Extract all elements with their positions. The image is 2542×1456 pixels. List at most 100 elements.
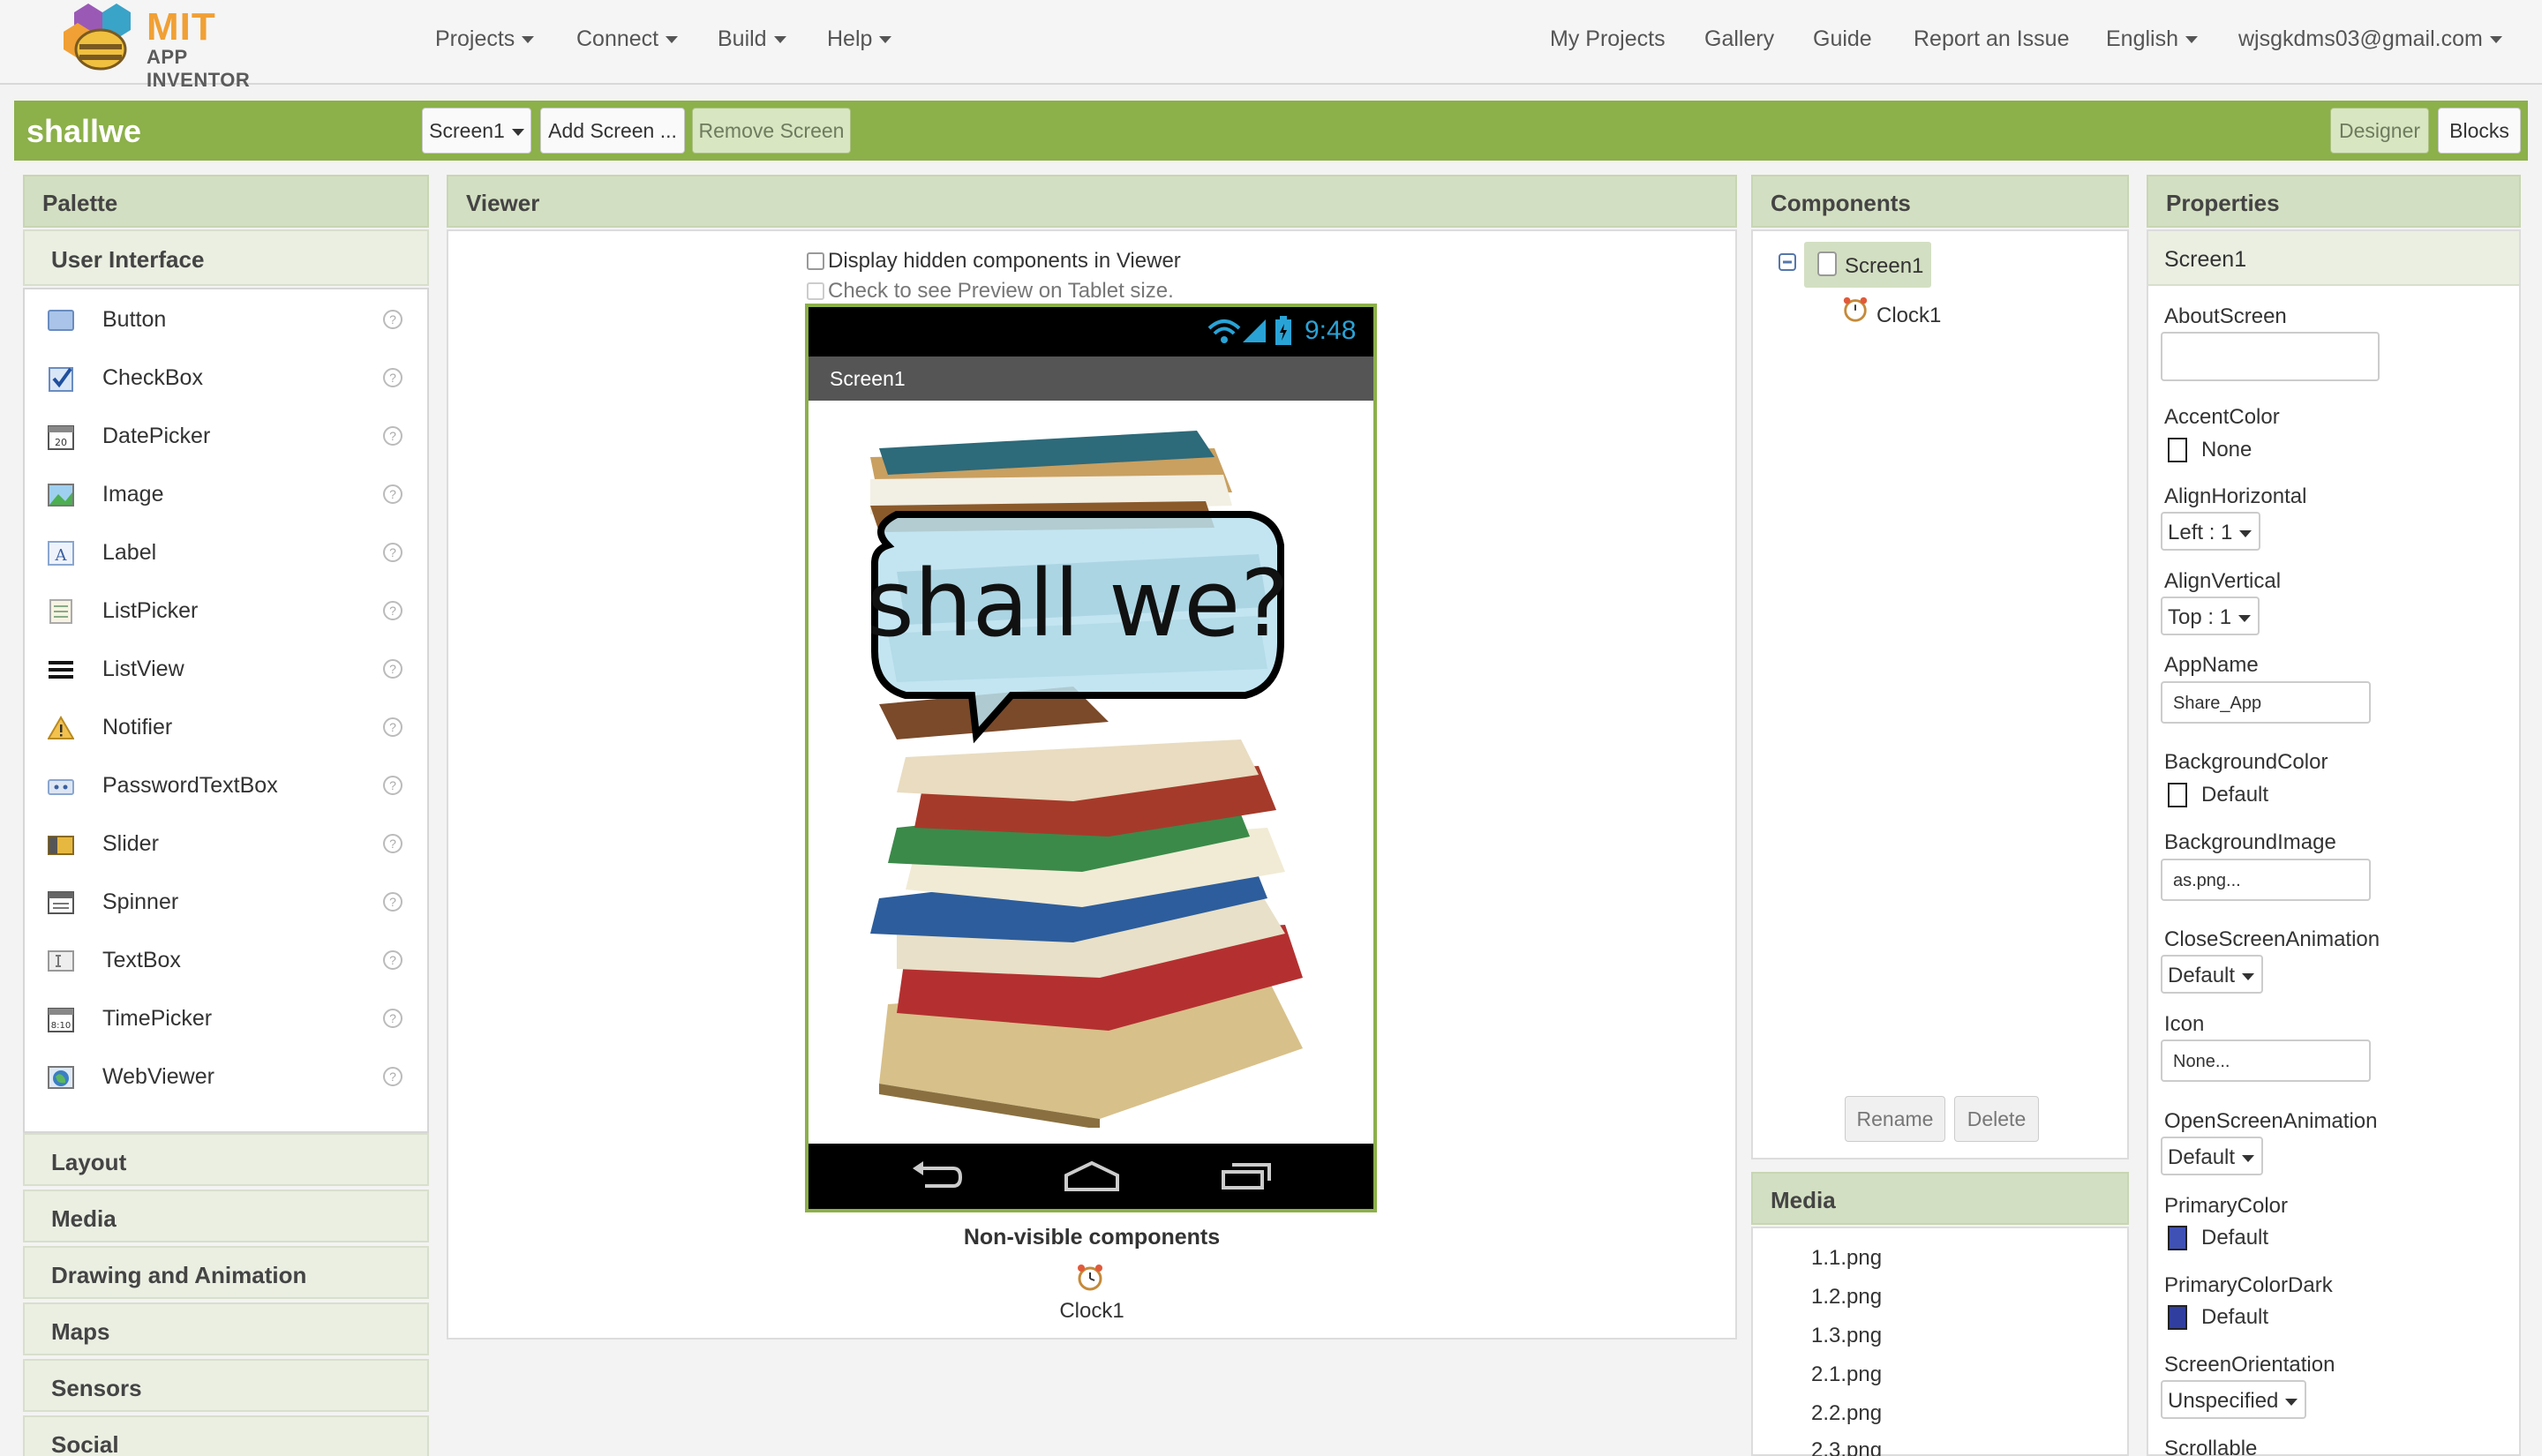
rename-button[interactable]: Rename	[1845, 1096, 1945, 1142]
designer-button[interactable]: Designer	[2330, 108, 2429, 154]
speech-bubble-text: shall we?	[867, 550, 1290, 657]
nav-account-label: wjsgkdms03@gmail.com	[2238, 26, 2483, 51]
help-icon[interactable]: ?	[383, 776, 402, 795]
media-file-item[interactable]: 2.1.png	[1811, 1362, 1882, 1387]
clock-icon[interactable]	[1075, 1262, 1105, 1292]
media-file-item[interactable]: 1.1.png	[1811, 1246, 1882, 1271]
palette-item-textbox[interactable]: TextBox ?	[25, 930, 427, 988]
prop-accent-color-value[interactable]: None	[2201, 438, 2252, 462]
palette-item-webviewer[interactable]: WebViewer ?	[25, 1047, 427, 1105]
media-panel: 1.1.png 1.2.png 1.3.png 2.1.png 2.2.png …	[1751, 1227, 2129, 1456]
palette-category-sensors[interactable]: Sensors	[23, 1359, 429, 1412]
prop-primary-color-dark-value[interactable]: Default	[2201, 1305, 2268, 1330]
palette-item-datepicker[interactable]: 20 DatePicker ?	[25, 406, 427, 464]
palette-category-social[interactable]: Social	[23, 1415, 429, 1456]
prop-background-image-input[interactable]: as.png...	[2161, 859, 2371, 901]
components-header: Components	[1751, 175, 2129, 228]
prop-close-animation-select[interactable]: Default	[2161, 955, 2264, 994]
prop-background-color-value[interactable]: Default	[2201, 783, 2268, 807]
palette-item-listpicker[interactable]: ListPicker ?	[25, 581, 427, 639]
media-file-item[interactable]: 2.2.png	[1811, 1401, 1882, 1426]
spinner-icon	[48, 891, 74, 914]
palette-item-slider[interactable]: Slider ?	[25, 814, 427, 872]
palette-item-spinner[interactable]: Spinner ?	[25, 872, 427, 930]
checkbox[interactable]	[807, 252, 824, 270]
prop-close-animation-label: CloseScreenAnimation	[2164, 927, 2380, 951]
nav-my-projects-link[interactable]: My Projects	[1550, 26, 1666, 52]
prop-icon-input[interactable]: None...	[2161, 1039, 2371, 1082]
color-swatch[interactable]	[2168, 783, 2187, 807]
help-icon[interactable]: ?	[383, 892, 402, 912]
tree-item-screen1[interactable]: Screen1	[1804, 242, 1931, 288]
media-file-item[interactable]: 2.3.png	[1811, 1438, 1882, 1456]
remove-screen-button[interactable]: Remove Screen	[692, 108, 851, 154]
nav-help-menu[interactable]: Help	[827, 26, 892, 52]
prop-scrollable-label: Scrollable	[2164, 1437, 2258, 1456]
help-icon[interactable]: ?	[383, 601, 402, 620]
help-icon[interactable]: ?	[383, 717, 402, 737]
palette-category-media[interactable]: Media	[23, 1190, 429, 1242]
palette-category-user-interface[interactable]: User Interface	[23, 229, 429, 286]
prop-primary-color-value[interactable]: Default	[2201, 1226, 2268, 1250]
display-hidden-label: Display hidden components in Viewer	[828, 249, 1181, 273]
palette-category-maps[interactable]: Maps	[23, 1302, 429, 1355]
palette-item-checkbox[interactable]: CheckBox ?	[25, 348, 427, 406]
palette-item-notifier[interactable]: Notifier ?	[25, 697, 427, 755]
prop-screen-orientation-select[interactable]: Unspecified	[2161, 1380, 2307, 1419]
help-icon[interactable]: ?	[383, 368, 402, 387]
nav-report-issue-link[interactable]: Report an Issue	[1914, 26, 2070, 52]
prop-primary-color-dark-label: PrimaryColorDark	[2164, 1273, 2333, 1297]
palette-item-label-component[interactable]: A Label ?	[25, 522, 427, 581]
help-icon[interactable]: ?	[383, 1009, 402, 1028]
checkbox[interactable]	[807, 282, 824, 300]
prop-about-screen-textarea[interactable]	[2161, 332, 2380, 381]
nav-gallery-link[interactable]: Gallery	[1704, 26, 1774, 52]
status-time: 9:48	[1305, 316, 1357, 345]
color-swatch[interactable]	[2168, 1226, 2187, 1250]
palette-item-timepicker[interactable]: 8:10 TimePicker ?	[25, 988, 427, 1047]
slider-icon	[48, 836, 74, 855]
prop-background-color-label: BackgroundColor	[2164, 750, 2328, 774]
nav-language-menu[interactable]: English	[2106, 26, 2198, 52]
prop-open-animation-select[interactable]: Default	[2161, 1137, 2264, 1175]
project-name: shallwe	[26, 113, 142, 149]
help-icon[interactable]: ?	[383, 834, 402, 853]
nav-projects-menu[interactable]: Projects	[435, 26, 535, 52]
nav-account-menu[interactable]: wjsgkdms03@gmail.com	[2238, 26, 2502, 52]
palette-item-image[interactable]: Image ?	[25, 464, 427, 522]
help-icon[interactable]: ?	[383, 950, 402, 970]
prop-app-name-input[interactable]: Share_App	[2161, 681, 2371, 724]
app-inventor-logo[interactable]: MIT APP INVENTOR	[56, 4, 286, 91]
help-icon[interactable]: ?	[383, 659, 402, 679]
help-icon[interactable]: ?	[383, 426, 402, 446]
prop-align-vertical-select[interactable]: Top : 1	[2161, 597, 2260, 635]
help-icon[interactable]: ?	[383, 484, 402, 504]
help-icon[interactable]: ?	[383, 543, 402, 562]
help-icon[interactable]: ?	[383, 310, 402, 329]
color-swatch[interactable]	[2168, 1305, 2187, 1330]
tree-item-clock1[interactable]: Clock1	[1841, 295, 1965, 334]
palette-item-listview[interactable]: ListView ?	[25, 639, 427, 697]
signal-icon	[1243, 319, 1266, 342]
tablet-preview-toggle[interactable]: Check to see Preview on Tablet size.	[807, 279, 1174, 304]
nav-build-menu[interactable]: Build	[718, 26, 786, 52]
collapse-icon[interactable]	[1778, 252, 1797, 272]
add-screen-button[interactable]: Add Screen ...	[540, 108, 685, 154]
prop-background-image-label: BackgroundImage	[2164, 830, 2336, 854]
display-hidden-toggle[interactable]: Display hidden components in Viewer	[807, 249, 1181, 274]
palette-category-layout[interactable]: Layout	[23, 1133, 429, 1186]
screen-select-dropdown[interactable]: Screen1	[422, 108, 531, 154]
palette-category-drawing-animation[interactable]: Drawing and Animation	[23, 1246, 429, 1299]
prop-align-horizontal-select[interactable]: Left : 1	[2161, 512, 2261, 551]
notifier-icon	[48, 716, 74, 739]
color-swatch[interactable]	[2168, 438, 2187, 462]
media-file-item[interactable]: 1.3.png	[1811, 1324, 1882, 1348]
blocks-button[interactable]: Blocks	[2438, 108, 2521, 154]
palette-item-button[interactable]: Button ?	[25, 289, 427, 348]
nav-guide-link[interactable]: Guide	[1813, 26, 1872, 52]
media-file-item[interactable]: 1.2.png	[1811, 1285, 1882, 1310]
nav-connect-menu[interactable]: Connect	[576, 26, 679, 52]
delete-button[interactable]: Delete	[1954, 1096, 2039, 1142]
help-icon[interactable]: ?	[383, 1067, 402, 1086]
palette-item-passwordtextbox[interactable]: PasswordTextBox ?	[25, 755, 427, 814]
